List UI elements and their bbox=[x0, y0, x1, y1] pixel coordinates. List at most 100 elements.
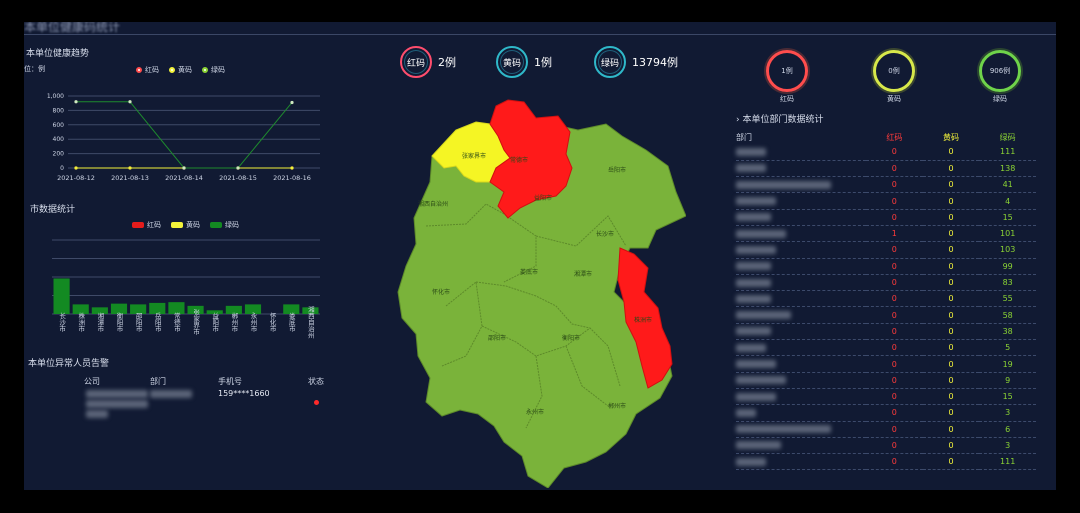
x-tick-label: 衡阳市 bbox=[115, 311, 123, 333]
dept-row[interactable]: 003 bbox=[736, 437, 1036, 455]
dept-cell-green: 5 bbox=[979, 339, 1036, 357]
dept-row[interactable]: 0 0 83 bbox=[736, 274, 1036, 292]
dept-cell-yellow: 0 bbox=[922, 241, 980, 259]
map-label: 岳阳市 bbox=[608, 166, 626, 174]
y-tick-label: 200 bbox=[53, 151, 65, 158]
stat-yellow: 黄码 1例 bbox=[496, 46, 552, 78]
stat-red: 红码 2例 bbox=[400, 46, 456, 78]
legend-swatch-red bbox=[132, 222, 144, 228]
dept-row[interactable]: 009 bbox=[736, 372, 1036, 389]
y-tick-label: 0 bbox=[60, 165, 64, 172]
data-point bbox=[290, 166, 294, 170]
x-tick-label: 2021-08-13 bbox=[111, 174, 149, 182]
x-tick-label: 湘西自治州 bbox=[306, 304, 314, 338]
unit-ring-label: 黄码 bbox=[887, 95, 901, 103]
x-tick-label: 永州市 bbox=[249, 311, 257, 333]
dept-name-redacted bbox=[736, 225, 866, 243]
dept-row[interactable]: 0 0 138 bbox=[736, 160, 1036, 178]
redacted-block bbox=[736, 392, 776, 401]
stat-label: 绿码 bbox=[600, 58, 619, 69]
dept-row[interactable]: 0 0 41 bbox=[736, 176, 1036, 194]
legend-dot-yellow bbox=[169, 67, 175, 73]
dept-row[interactable]: 005 bbox=[736, 339, 1036, 357]
map-label: 衡阳市 bbox=[562, 334, 580, 342]
dept-cell-red: 0 bbox=[866, 160, 923, 178]
map-label: 张家界市 bbox=[462, 152, 486, 160]
dept-cell-yellow: 0 bbox=[922, 339, 980, 357]
dept-row[interactable]: 0 0 111 bbox=[736, 144, 1036, 161]
dept-cell-red: 0 bbox=[866, 421, 923, 438]
dept-row[interactable]: 003 bbox=[736, 404, 1036, 422]
dept-name-redacted bbox=[736, 437, 866, 455]
dept-row[interactable]: 0 0 99 bbox=[736, 258, 1036, 275]
series-line bbox=[76, 101, 293, 169]
dept-cell-green: 103 bbox=[979, 241, 1036, 259]
map-label: 湘潭市 bbox=[574, 270, 592, 278]
alarm-col-company: 公司 bbox=[84, 377, 100, 386]
dept-name-redacted bbox=[736, 290, 866, 308]
legend-item-red[interactable]: 红码 bbox=[132, 220, 161, 230]
dept-row[interactable]: 0 0 15 bbox=[736, 209, 1036, 226]
dept-cell-green: 6 bbox=[979, 421, 1036, 438]
trend-unit: 位：例 bbox=[24, 65, 45, 73]
dept-row[interactable]: 004 bbox=[736, 192, 1036, 210]
alarm-row[interactable]: 159****1660 bbox=[24, 388, 324, 418]
redacted-block bbox=[736, 343, 766, 352]
x-tick-label: 湘潭市 bbox=[96, 311, 104, 333]
dept-row[interactable]: 0 0 38 bbox=[736, 323, 1036, 341]
map-label: 永州市 bbox=[526, 408, 544, 416]
trend-line-chart: 1,000 800 600 400 200 0 2021-08-12 2021-08-13 20… bbox=[47, 93, 320, 182]
x-tick-label: 邵阳市 bbox=[134, 312, 142, 333]
dept-row[interactable]: 1 0 101 bbox=[736, 225, 1036, 243]
map-label: 娄底市 bbox=[520, 268, 538, 276]
x-tick-label: 郴州市 bbox=[230, 311, 238, 333]
stat-ring-green: 绿码 bbox=[594, 46, 626, 78]
dept-name-redacted bbox=[736, 144, 866, 161]
dept-cell-green: 15 bbox=[979, 209, 1036, 226]
dept-row[interactable]: 0 0 58 bbox=[736, 306, 1036, 324]
dept-cell-yellow: 0 bbox=[922, 274, 980, 292]
dept-row[interactable]: 0 0 55 bbox=[736, 290, 1036, 308]
redacted-block bbox=[736, 327, 771, 336]
dept-col-red: 红码 bbox=[886, 132, 903, 142]
dept-row[interactable]: 0 0 111 bbox=[736, 453, 1036, 471]
alarm-company-redacted bbox=[86, 400, 148, 408]
dept-cell-green: 138 bbox=[979, 160, 1036, 178]
legend-item-green[interactable]: 绿码 bbox=[210, 220, 239, 230]
dept-cell-green: 38 bbox=[979, 323, 1036, 341]
data-point bbox=[128, 166, 132, 170]
dept-cell-red: 0 bbox=[866, 339, 923, 357]
dept-row[interactable]: 0 0 15 bbox=[736, 388, 1036, 406]
dept-row[interactable]: 0 0 19 bbox=[736, 355, 1036, 373]
dept-cell-red: 0 bbox=[866, 258, 923, 275]
city-bar-chart: 长沙市 株洲市 湘潭市 衡阳市 邵阳市 岳阳市 常德市 张家界市 益阳市 郴州市 永州市 怀化市 娄底市… bbox=[52, 239, 320, 338]
dept-row[interactable]: 006 bbox=[736, 421, 1036, 438]
bar bbox=[53, 278, 70, 314]
dept-name-redacted bbox=[736, 355, 866, 373]
dept-row[interactable]: 0 0 103 bbox=[736, 241, 1036, 259]
dept-table-body: 0 0 111 0 0 138 0 0 41 0 0 4 0 0 15 1 0 101 0 0 103 0 0 99 0 0 83 0… bbox=[736, 144, 1036, 471]
data-point bbox=[236, 166, 240, 170]
legend-item-yellow[interactable]: 黄码 bbox=[171, 220, 200, 230]
dept-name-redacted bbox=[736, 209, 866, 226]
data-point bbox=[290, 100, 294, 105]
dept-cell-yellow: 0 bbox=[922, 323, 980, 341]
dept-name-redacted bbox=[736, 372, 866, 389]
dept-cell-yellow: 0 bbox=[922, 209, 980, 226]
dept-cell-red: 0 bbox=[866, 306, 923, 324]
legend-item-green[interactable]: 绿码 bbox=[202, 65, 225, 75]
legend-item-red[interactable]: 红码 bbox=[136, 65, 159, 75]
dept-cell-green: 83 bbox=[979, 274, 1036, 292]
redacted-block bbox=[736, 425, 831, 434]
dept-cell-green: 3 bbox=[979, 437, 1036, 455]
dept-cell-green: 9 bbox=[979, 372, 1036, 389]
redacted-block bbox=[736, 147, 766, 156]
map-label: 常德市 bbox=[510, 156, 528, 164]
x-tick-label: 2021-08-12 bbox=[57, 174, 95, 182]
dept-cell-red: 0 bbox=[866, 355, 923, 373]
legend-item-yellow[interactable]: 黄码 bbox=[169, 65, 192, 75]
dept-cell-green: 111 bbox=[979, 453, 1036, 471]
x-tick-label: 2021-08-15 bbox=[219, 174, 257, 182]
dept-cell-yellow: 0 bbox=[922, 160, 980, 178]
dept-cell-red: 0 bbox=[866, 274, 923, 292]
